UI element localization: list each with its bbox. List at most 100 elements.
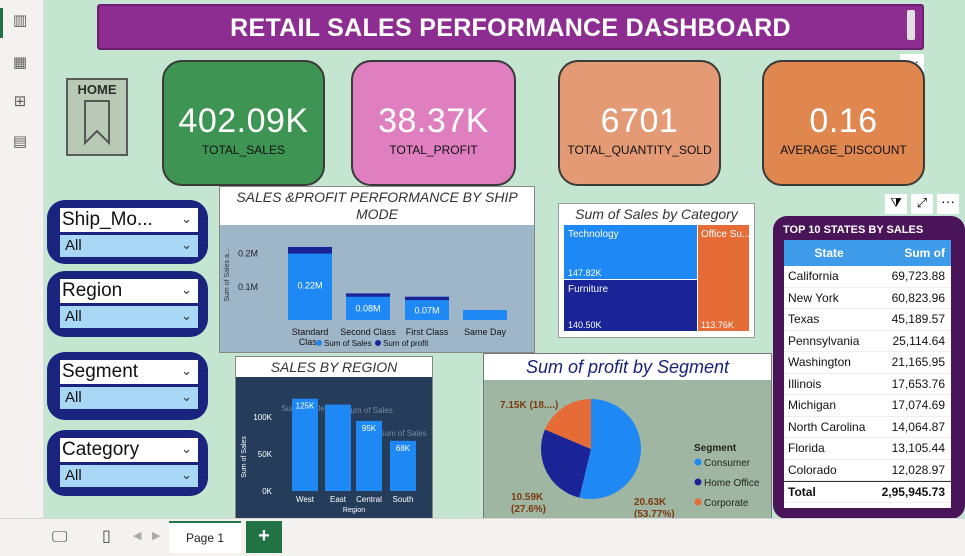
x-tick-label: East xyxy=(330,495,347,504)
active-view-indicator xyxy=(0,8,3,38)
state-cell: Florida xyxy=(788,441,825,456)
table-row[interactable]: Washington 21,165.95 xyxy=(784,352,951,374)
slicer-dropdown[interactable]: All ⌄ xyxy=(60,387,198,409)
page-tab-1[interactable]: Page 1 xyxy=(169,521,241,553)
desktop-layout-icon[interactable]: 🖵 xyxy=(52,527,67,547)
legend-label: Home Office xyxy=(704,478,760,489)
table-row[interactable]: Florida 13,105.44 xyxy=(784,438,951,460)
legend-dot-sales xyxy=(316,340,322,346)
legend-dot xyxy=(694,498,702,506)
slicer-dropdown[interactable]: All ⌄ xyxy=(60,465,198,487)
sales-cell: 17,074.69 xyxy=(891,398,945,413)
state-cell: Texas xyxy=(788,312,820,327)
tile-value: 140.50K xyxy=(568,320,602,330)
sales-cell: 14,064.87 xyxy=(891,419,945,434)
state-cell: Illinois xyxy=(788,376,822,391)
table-row[interactable]: Illinois 17,653.76 xyxy=(784,374,951,395)
home-button[interactable]: HOME xyxy=(66,78,128,156)
state-cell: Colorado xyxy=(788,462,837,477)
table-header: State Sum of Sales xyxy=(784,240,951,286)
x-tick-label: Central xyxy=(356,495,382,504)
treemap-tile-furniture[interactable]: Furniture 140.50K xyxy=(564,280,697,331)
kpi-card-total-profit: 38.37K TOTAL_PROFIT xyxy=(351,60,516,186)
y-axis-label: Sum of Sales a... xyxy=(224,248,231,301)
table-row[interactable]: New York 60,823.96 xyxy=(784,288,951,309)
x-tick-label: Same Day xyxy=(464,327,507,337)
state-cell: Pennsylvania xyxy=(788,333,860,348)
model-view-icon[interactable]: ⊞ xyxy=(10,92,30,110)
total-label: Total xyxy=(788,484,816,499)
table-row[interactable]: Michigan 17,074.69 xyxy=(784,395,951,417)
visual-header-toolbar: ⧩ ⤢ ··· xyxy=(885,194,965,214)
kpi-label: AVERAGE_DISCOUNT xyxy=(780,143,907,157)
slicer-value: All xyxy=(65,308,82,325)
kpi-value: 0.16 xyxy=(809,102,878,140)
home-label: HOME xyxy=(77,82,117,97)
collapse-icon[interactable]: ⌄ xyxy=(181,360,192,384)
legend-label-sales: Sum of Sales xyxy=(324,339,372,348)
state-cell: North Carolina xyxy=(788,419,866,434)
bookmark-icon xyxy=(84,100,110,146)
region-chart: Sum of Sales 0K 50K 100K Sum of Sales Sum of … xyxy=(241,398,427,514)
pie-data-label: (27.6%) xyxy=(511,504,546,515)
x-tick-label: West xyxy=(296,495,315,504)
title-scrollbar[interactable] xyxy=(907,10,915,40)
table-row[interactable]: North Carolina 14,064.87 xyxy=(784,417,951,438)
dax-query-icon[interactable]: ▤ xyxy=(10,132,30,150)
kpi-value: 402.09K xyxy=(178,102,309,140)
table-view-icon[interactable]: ▦ xyxy=(10,53,30,71)
mobile-layout-icon[interactable]: ▯ xyxy=(102,526,111,545)
report-view-icon[interactable]: ▥ xyxy=(10,11,30,29)
state-cell: Washington xyxy=(788,355,851,370)
y-tick-label: 0.1M xyxy=(238,282,258,292)
chart-title: Sum of profit by Segment xyxy=(525,357,730,377)
segment-pie-chart: 20.63K(53.77%)10.59K(27.6%)7.15K (18....… xyxy=(500,399,760,520)
collapse-icon[interactable]: ⌄ xyxy=(181,438,192,462)
state-cell: Michigan xyxy=(788,398,837,413)
kpi-label: TOTAL_SALES xyxy=(202,143,285,157)
treemap-tile-office-supplies[interactable]: Office Su... 113.76K xyxy=(698,225,749,331)
table-row[interactable]: Texas 45,189.57 xyxy=(784,309,951,331)
kpi-card-total-sales: 402.09K TOTAL_SALES xyxy=(162,60,325,186)
filter-icon[interactable]: ⧩ xyxy=(885,194,907,214)
top10-table[interactable]: State Sum of Sales California 69,723.88 Ne… xyxy=(784,240,951,508)
bar-data-label: 0.08M xyxy=(355,304,380,314)
table-row[interactable]: Colorado 12,028.97 xyxy=(784,460,951,481)
top10-title: TOP 10 STATES BY SALES xyxy=(783,224,924,236)
dashboard-title: RETAIL SALES PERFORMANCE DASHBOARD xyxy=(97,4,924,50)
state-cell: California xyxy=(788,269,839,284)
category-treemap-card[interactable]: Sum of Sales by Category Technology 147.… xyxy=(558,203,755,338)
slicer-dropdown[interactable]: All ⌄ xyxy=(60,235,198,257)
pie-data-label: 10.59K xyxy=(511,492,544,503)
profit-bar xyxy=(405,296,449,301)
collapse-icon[interactable]: ⌄ xyxy=(181,279,192,303)
column-header-state[interactable]: State xyxy=(784,240,870,266)
slicer-dropdown[interactable]: All ⌄ xyxy=(60,306,198,328)
segment-pie-card[interactable]: Sum of profit by Segment 20.63K (53.77%) 1… xyxy=(483,353,772,520)
slicer-header: Segment ⌄ xyxy=(60,360,198,384)
bar-data-label: 125K xyxy=(296,402,315,411)
column-header-sales[interactable]: Sum of Sales xyxy=(870,240,951,286)
region-chart-card[interactable]: SALES BY REGION Sum of Sales 0K 50K 100K Sum… xyxy=(235,356,433,519)
add-page-button[interactable]: + xyxy=(246,521,282,553)
sales-cell: 12,028.97 xyxy=(891,462,945,477)
y-tick-label: 0K xyxy=(262,487,272,496)
y-axis-label: Sum of Sales xyxy=(241,436,248,478)
scroll-left-icon[interactable]: ◀ xyxy=(133,529,141,542)
slicer-category: Category ⌄ All ⌄ xyxy=(47,430,208,496)
treemap-tile-technology[interactable]: Technology 147.82K xyxy=(564,225,697,279)
x-tick-label: First Class xyxy=(406,327,449,337)
sales-cell: 25,114.64 xyxy=(892,333,946,348)
collapse-icon[interactable]: ⌄ xyxy=(181,208,192,232)
kpi-value: 38.37K xyxy=(378,102,489,140)
focus-mode-icon[interactable]: ⤢ xyxy=(911,194,933,214)
scroll-right-icon[interactable]: ▶ xyxy=(152,529,160,542)
table-row[interactable]: Pennsylvania 25,114.64 xyxy=(784,331,951,352)
slicer-header: Region ⌄ xyxy=(60,279,198,303)
state-cell: New York xyxy=(788,290,839,305)
tile-label: Technology xyxy=(568,229,619,240)
chart-title: SALES &PROFIT PERFORMANCE BY SHIP MODE xyxy=(236,189,518,222)
more-options-icon[interactable]: ··· xyxy=(937,194,959,214)
ship-mode-chart-card[interactable]: SALES &PROFIT PERFORMANCE BY SHIP MODE S… xyxy=(219,186,535,353)
sales-cell: 13,105.44 xyxy=(891,441,945,456)
